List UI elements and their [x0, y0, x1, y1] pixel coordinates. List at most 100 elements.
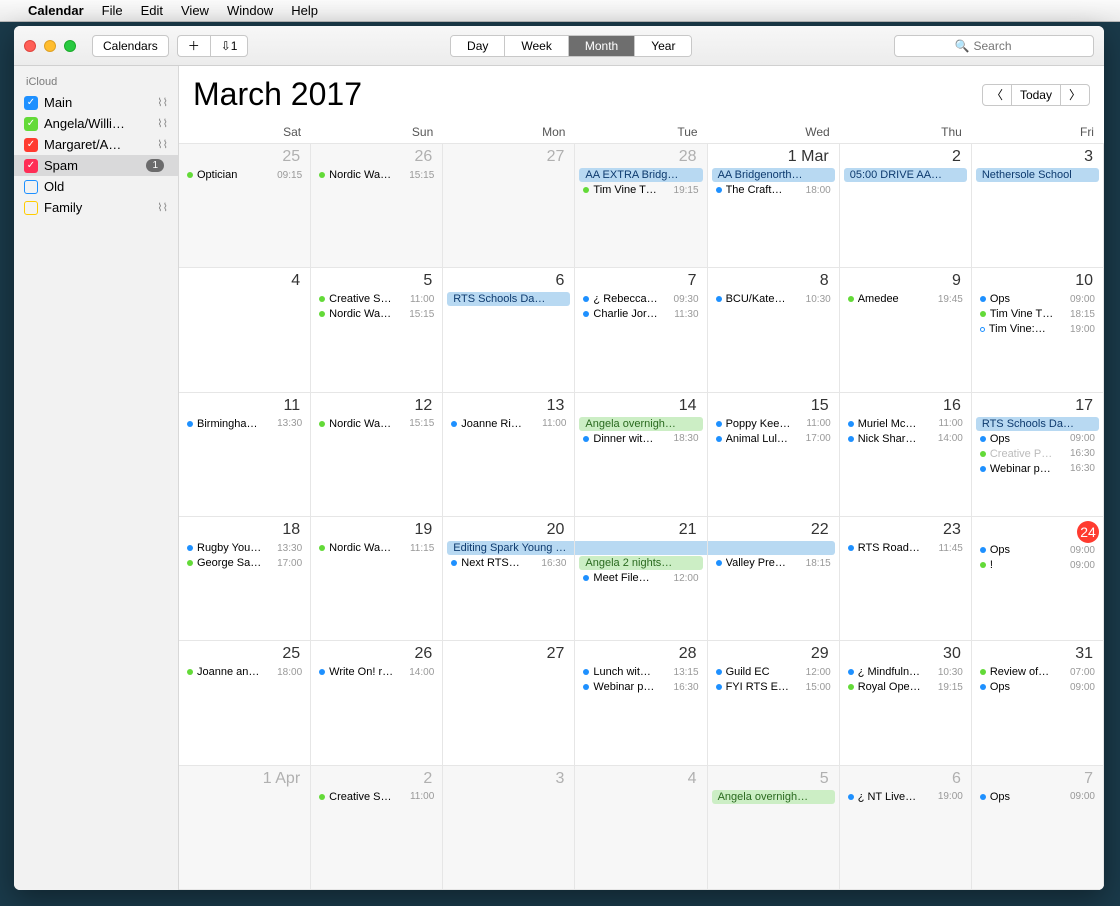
- day-cell[interactable]: 5Creative S…11:00Nordic Wa…15:15: [311, 268, 443, 392]
- search-input[interactable]: [973, 39, 1033, 53]
- event-span[interactable]: Editing Spark Young Writers magazine: [447, 541, 575, 555]
- day-cell[interactable]: 28Lunch wit…13:15Webinar p…16:30: [575, 641, 707, 765]
- event-bar[interactable]: RTS Schools Da…: [976, 417, 1099, 431]
- day-cell[interactable]: 16Muriel Mc…11:00Nick Shar…14:00: [840, 393, 972, 517]
- view-day[interactable]: Day: [451, 36, 505, 56]
- event-item[interactable]: Next RTS…16:30: [447, 556, 570, 570]
- event-item[interactable]: Nordic Wa…15:15: [315, 417, 438, 431]
- day-cell[interactable]: 14Angela overnigh…Dinner wit…18:30: [575, 393, 707, 517]
- event-item[interactable]: Webinar p…16:30: [976, 462, 1099, 476]
- event-item[interactable]: ¿ Mindfuln…10:30: [844, 665, 967, 679]
- calendar-checkbox[interactable]: [24, 180, 38, 194]
- day-cell[interactable]: 27: [443, 144, 575, 268]
- day-cell[interactable]: 22 Valley Pre…18:15: [708, 517, 840, 641]
- day-cell[interactable]: 9Amedee19:45: [840, 268, 972, 392]
- event-item[interactable]: Lunch wit…13:15: [579, 665, 702, 679]
- calendar-checkbox[interactable]: ✓: [24, 117, 38, 131]
- event-bar[interactable]: RTS Schools Da…: [447, 292, 570, 306]
- day-cell[interactable]: 26Write On! r…14:00: [311, 641, 443, 765]
- app-name[interactable]: Calendar: [28, 3, 84, 18]
- menu-window[interactable]: Window: [227, 3, 273, 18]
- view-week[interactable]: Week: [505, 36, 568, 56]
- day-cell[interactable]: 20Editing Spark Young Writers magazineNe…: [443, 517, 575, 641]
- day-cell[interactable]: 25Optician09:15: [179, 144, 311, 268]
- calendar-checkbox[interactable]: [24, 201, 38, 215]
- event-item[interactable]: Birmingha…13:30: [183, 417, 306, 431]
- event-bar[interactable]: Angela overnigh…: [579, 417, 702, 431]
- day-cell[interactable]: 7¿ Rebecca…09:30Charlie Jor…11:30: [575, 268, 707, 392]
- day-cell[interactable]: 3Nethersole School: [972, 144, 1104, 268]
- event-item[interactable]: Nordic Wa…11:15: [315, 541, 438, 555]
- event-span[interactable]: [708, 541, 835, 555]
- event-bar[interactable]: Angela overnigh…: [712, 790, 835, 804]
- event-item[interactable]: Tim Vine:…19:00: [976, 322, 1099, 336]
- event-item[interactable]: Ops09:00: [976, 543, 1099, 557]
- event-item[interactable]: RTS Road…11:45: [844, 541, 967, 555]
- event-item[interactable]: Tim Vine T…18:15: [976, 307, 1099, 321]
- event-item[interactable]: Nordic Wa…15:15: [315, 168, 438, 182]
- sidebar-item-5[interactable]: Family⌇⌇: [14, 197, 178, 218]
- event-item[interactable]: Rugby You…13:30: [183, 541, 306, 555]
- day-cell[interactable]: 29Guild EC12:00FYI RTS E…15:00: [708, 641, 840, 765]
- event-item[interactable]: Royal Ope…19:15: [844, 680, 967, 694]
- search-field[interactable]: 🔍: [894, 35, 1094, 57]
- day-cell[interactable]: 23RTS Road…11:45: [840, 517, 972, 641]
- menu-file[interactable]: File: [102, 3, 123, 18]
- view-year[interactable]: Year: [635, 36, 691, 56]
- inbox-button[interactable]: ⇩ 1: [210, 35, 249, 57]
- day-cell[interactable]: 11Birmingha…13:30: [179, 393, 311, 517]
- day-cell[interactable]: 27: [443, 641, 575, 765]
- event-item[interactable]: Valley Pre…18:15: [712, 556, 835, 570]
- event-item[interactable]: !09:00: [976, 558, 1099, 572]
- event-item[interactable]: Dinner wit…18:30: [579, 432, 702, 446]
- today-button[interactable]: Today: [1012, 84, 1060, 106]
- sidebar-item-4[interactable]: Old: [14, 176, 178, 197]
- event-item[interactable]: Webinar p…16:30: [579, 680, 702, 694]
- event-bar[interactable]: 05:00 DRIVE AA…: [844, 168, 967, 182]
- day-cell[interactable]: 6¿ NT Live…19:00: [840, 766, 972, 890]
- calendar-checkbox[interactable]: ✓: [24, 138, 38, 152]
- day-cell[interactable]: 1 Apr: [179, 766, 311, 890]
- day-cell[interactable]: 4: [575, 766, 707, 890]
- day-cell[interactable]: 25Joanne an…18:00: [179, 641, 311, 765]
- day-cell[interactable]: 2Creative S…11:00: [311, 766, 443, 890]
- calendars-toggle[interactable]: Calendars: [92, 35, 169, 57]
- event-bar[interactable]: Angela 2 nights…: [579, 556, 702, 570]
- event-item[interactable]: Creative P…16:30: [976, 447, 1099, 461]
- menubar[interactable]: Calendar File Edit View Window Help: [0, 0, 1120, 22]
- event-item[interactable]: Creative S…11:00: [315, 292, 438, 306]
- day-cell[interactable]: 30¿ Mindfuln…10:30Royal Ope…19:15: [840, 641, 972, 765]
- sidebar-item-3[interactable]: ✓Spam1: [14, 155, 178, 176]
- event-item[interactable]: Optician09:15: [183, 168, 306, 182]
- day-cell[interactable]: 6RTS Schools Da…: [443, 268, 575, 392]
- event-item[interactable]: Nordic Wa…15:15: [315, 307, 438, 321]
- day-cell[interactable]: 3: [443, 766, 575, 890]
- day-cell[interactable]: 12Nordic Wa…15:15: [311, 393, 443, 517]
- event-item[interactable]: Guild EC12:00: [712, 665, 835, 679]
- event-item[interactable]: Joanne Ri…11:00: [447, 417, 570, 431]
- calendar-checkbox[interactable]: ✓: [24, 159, 38, 173]
- event-bar[interactable]: Nethersole School: [976, 168, 1099, 182]
- event-item[interactable]: George Sa…17:00: [183, 556, 306, 570]
- event-item[interactable]: ¿ NT Live…19:00: [844, 790, 967, 804]
- event-item[interactable]: FYI RTS E…15:00: [712, 680, 835, 694]
- day-cell[interactable]: 205:00 DRIVE AA…: [840, 144, 972, 268]
- calendar-checkbox[interactable]: ✓: [24, 96, 38, 110]
- zoom-button[interactable]: [64, 40, 76, 52]
- event-item[interactable]: Charlie Jor…11:30: [579, 307, 702, 321]
- prev-button[interactable]: 〈: [982, 84, 1012, 106]
- event-item[interactable]: BCU/Kate…10:30: [712, 292, 835, 306]
- add-button[interactable]: ＋: [177, 35, 210, 57]
- day-cell[interactable]: 21 Angela 2 nights…Meet File…12:00: [575, 517, 707, 641]
- menu-help[interactable]: Help: [291, 3, 318, 18]
- event-item[interactable]: ¿ Rebecca…09:30: [579, 292, 702, 306]
- event-item[interactable]: Poppy Kee…11:00: [712, 417, 835, 431]
- close-button[interactable]: [24, 40, 36, 52]
- menu-view[interactable]: View: [181, 3, 209, 18]
- day-cell[interactable]: 13Joanne Ri…11:00: [443, 393, 575, 517]
- day-cell[interactable]: 5Angela overnigh…: [708, 766, 840, 890]
- sidebar-item-1[interactable]: ✓Angela/Willi…⌇⌇: [14, 113, 178, 134]
- event-item[interactable]: Amedee19:45: [844, 292, 967, 306]
- event-item[interactable]: Tim Vine T…19:15: [579, 183, 702, 197]
- sidebar-item-0[interactable]: ✓Main⌇⌇: [14, 92, 178, 113]
